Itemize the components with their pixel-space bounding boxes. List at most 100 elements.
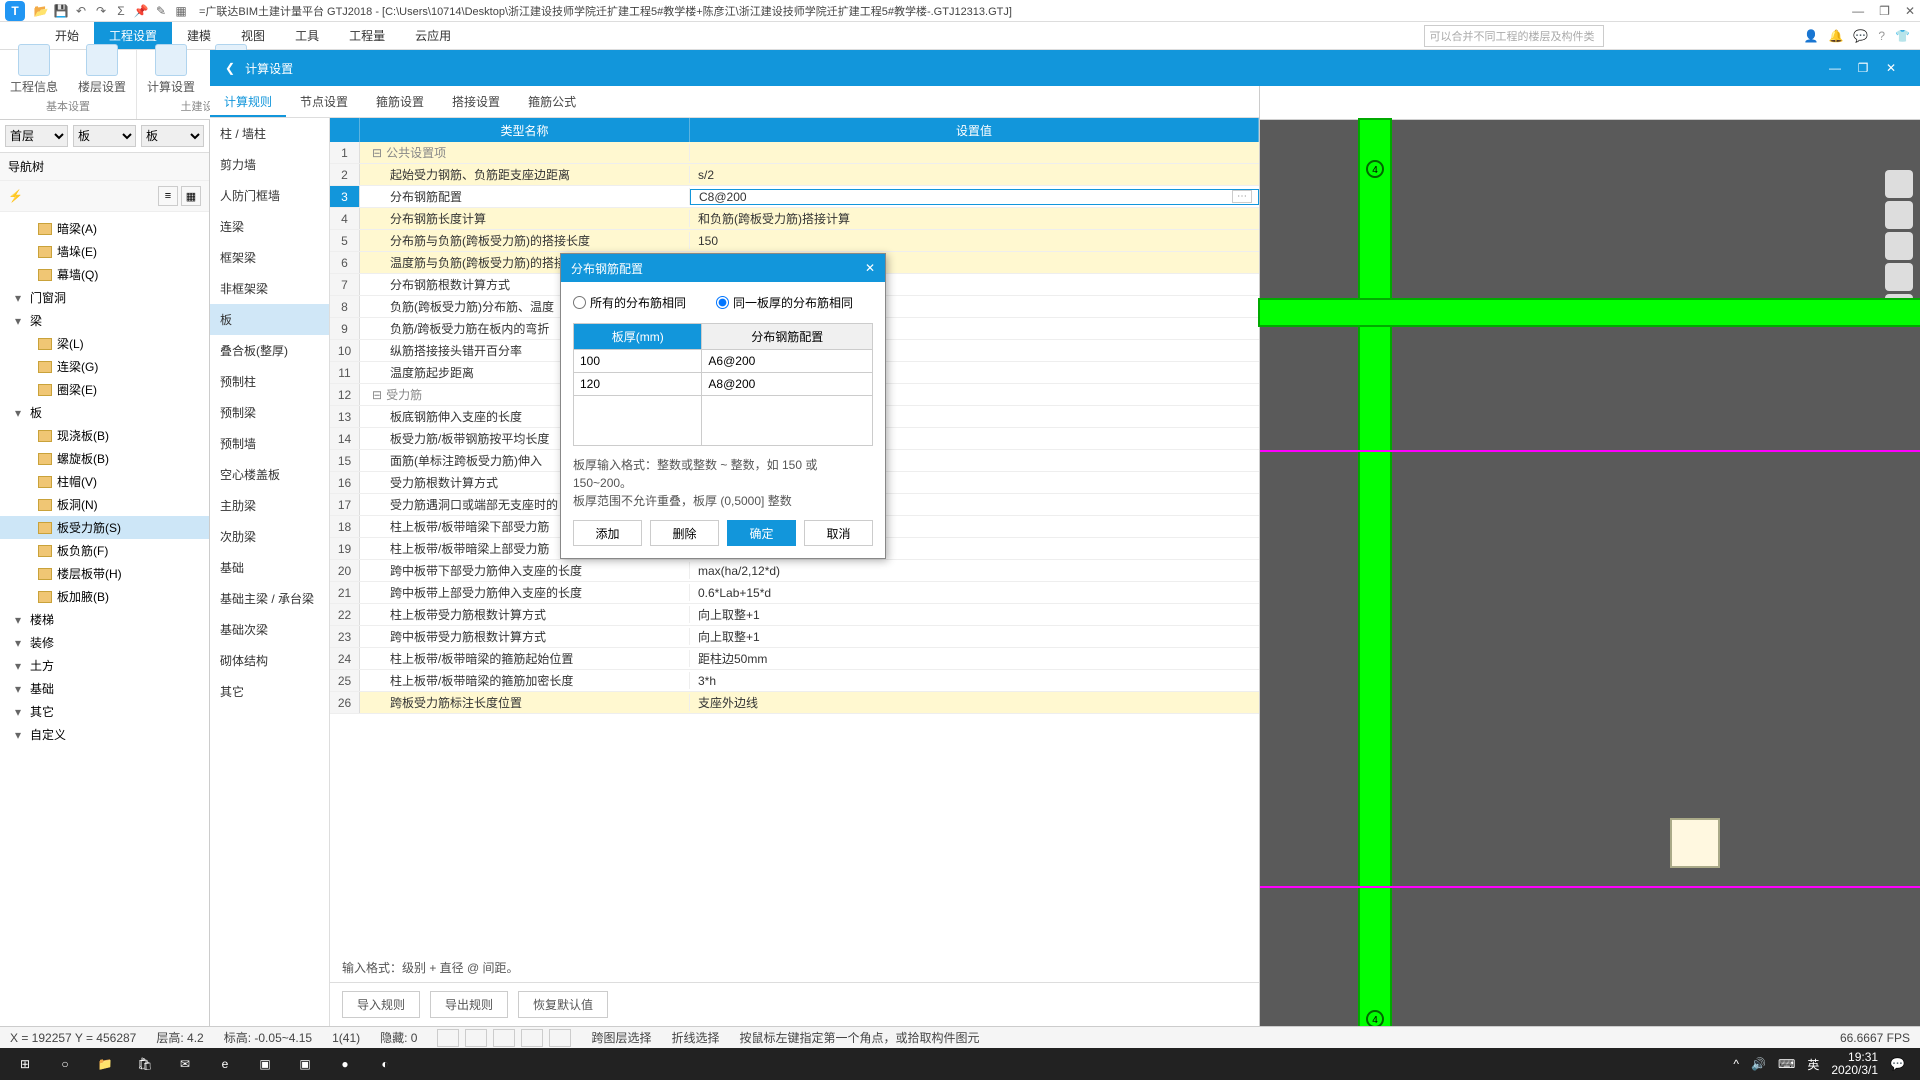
minimize-button[interactable]: — xyxy=(1852,4,1864,18)
category-item[interactable]: 人防门框墙 xyxy=(210,180,329,211)
bell-icon[interactable]: 🔔 xyxy=(1828,29,1843,43)
app-icon-2[interactable]: ▣ xyxy=(285,1048,325,1080)
delete-button[interactable]: 删除 xyxy=(650,520,719,546)
dialog-title-bar[interactable]: 分布钢筋配置 ✕ xyxy=(561,254,885,282)
tree-leaf[interactable]: 圈梁(E) xyxy=(0,378,209,401)
qat-sum-icon[interactable]: Σ xyxy=(113,3,129,19)
close-button[interactable]: ✕ xyxy=(1905,4,1915,18)
tree-leaf[interactable]: 板加腋(B) xyxy=(0,585,209,608)
tab-calc-rule[interactable]: 计算规则 xyxy=(210,86,286,117)
project-info-button[interactable]: 工程信息 xyxy=(10,44,58,95)
radio-per-thickness[interactable]: 同一板厚的分布筋相同 xyxy=(716,294,853,311)
restore-defaults-button[interactable]: 恢复默认值 xyxy=(518,991,608,1018)
app-icon-4[interactable]: ◐ xyxy=(365,1048,405,1080)
status-tool-1[interactable] xyxy=(437,1029,459,1047)
vp-tool-4[interactable] xyxy=(1885,263,1913,291)
category-item[interactable]: 叠合板(整厚) xyxy=(210,335,329,366)
tree-branch[interactable]: ▾基础 xyxy=(0,677,209,700)
tab-tools[interactable]: 工具 xyxy=(280,22,334,49)
view-grid-icon[interactable]: ▦ xyxy=(181,186,201,206)
tab-quantity[interactable]: 工程量 xyxy=(334,22,400,49)
tab-cloud[interactable]: 云应用 xyxy=(400,22,466,49)
tree-branch[interactable]: ▾装修 xyxy=(0,631,209,654)
grid-row[interactable]: 20跨中板带下部受力筋伸入支座的长度max(ha/2,12*d) xyxy=(330,560,1259,582)
mail-icon[interactable]: ✉ xyxy=(165,1048,205,1080)
tree-branch[interactable]: ▾楼梯 xyxy=(0,608,209,631)
category-item[interactable]: 空心楼盖板 xyxy=(210,459,329,490)
qat-edit-icon[interactable]: ✎ xyxy=(153,3,169,19)
chat-icon[interactable]: 💬 xyxy=(1853,29,1868,43)
category-item[interactable]: 板 xyxy=(210,304,329,335)
tree-leaf[interactable]: 螺旋板(B) xyxy=(0,447,209,470)
tray-up-icon[interactable]: ^ xyxy=(1733,1057,1739,1071)
taskbar-clock[interactable]: 19:312020/3/1 xyxy=(1831,1051,1878,1077)
category-item[interactable]: 预制墙 xyxy=(210,428,329,459)
category-item[interactable]: 次肋梁 xyxy=(210,521,329,552)
category-item[interactable]: 预制梁 xyxy=(210,397,329,428)
tree-leaf[interactable]: 连梁(G) xyxy=(0,355,209,378)
tree-leaf[interactable]: 板受力筋(S) xyxy=(0,516,209,539)
qat-grid-icon[interactable]: ▦ xyxy=(173,3,189,19)
tray-volume-icon[interactable]: 🔊 xyxy=(1751,1057,1766,1071)
th-config[interactable]: 分布钢筋配置 xyxy=(702,324,873,350)
back-arrow-icon[interactable]: ❮ xyxy=(225,61,235,75)
status-layer-select[interactable]: 跨图层选择 xyxy=(591,1029,651,1046)
dialog-close-icon[interactable]: ✕ xyxy=(865,261,875,275)
vp-tool-1[interactable] xyxy=(1885,170,1913,198)
category-item[interactable]: 基础次梁 xyxy=(210,614,329,645)
tree-leaf[interactable]: 墙垛(E) xyxy=(0,240,209,263)
table-row[interactable]: 120A8@200 xyxy=(574,373,873,396)
radio-all-same[interactable]: 所有的分布筋相同 xyxy=(573,294,686,311)
category-item[interactable]: 砌体结构 xyxy=(210,645,329,676)
user-icon[interactable]: 👤 xyxy=(1804,29,1819,43)
qat-pin-icon[interactable]: 📌 xyxy=(133,3,149,19)
tree-leaf[interactable]: 梁(L) xyxy=(0,332,209,355)
qat-save-icon[interactable]: 💾 xyxy=(53,3,69,19)
tree-leaf[interactable]: 暗梁(A) xyxy=(0,217,209,240)
tray-keyboard-icon[interactable]: ⌨ xyxy=(1778,1057,1795,1071)
add-button[interactable]: 添加 xyxy=(573,520,642,546)
edge-icon[interactable]: e xyxy=(205,1048,245,1080)
tree-branch[interactable]: ▾梁 xyxy=(0,309,209,332)
skin-icon[interactable]: 👕 xyxy=(1895,29,1910,43)
qat-undo-icon[interactable]: ↶ xyxy=(73,3,89,19)
category-select[interactable]: 板 xyxy=(73,125,136,147)
tree-leaf[interactable]: 板负筋(F) xyxy=(0,539,209,562)
explorer-icon[interactable]: 📁 xyxy=(85,1048,125,1080)
app-icon-1[interactable]: ▣ xyxy=(245,1048,285,1080)
tray-notifications-icon[interactable]: 💬 xyxy=(1890,1057,1905,1071)
floor-settings-button[interactable]: 楼层设置 xyxy=(78,44,126,95)
import-rules-button[interactable]: 导入规则 xyxy=(342,991,420,1018)
category-item[interactable]: 基础主梁 / 承台梁 xyxy=(210,583,329,614)
panel-restore-icon[interactable]: ❐ xyxy=(1849,61,1877,75)
subcategory-select[interactable]: 板 xyxy=(141,125,204,147)
floor-select[interactable]: 首层 xyxy=(5,125,68,147)
panel-close-icon[interactable]: ✕ xyxy=(1877,61,1905,75)
tab-node[interactable]: 节点设置 xyxy=(286,86,362,117)
restore-button[interactable]: ❐ xyxy=(1879,4,1890,18)
grid-row[interactable]: 3分布钢筋配置C8@200⋯ xyxy=(330,186,1259,208)
view-list-icon[interactable]: ≡ xyxy=(158,186,178,206)
status-snap[interactable]: 折线选择 xyxy=(671,1029,719,1046)
tree-leaf[interactable]: 现浇板(B) xyxy=(0,424,209,447)
vp-tool-2[interactable] xyxy=(1885,201,1913,229)
grid-row[interactable]: 4分布钢筋长度计算和负筋(跨板受力筋)搭接计算 xyxy=(330,208,1259,230)
grid-row[interactable]: 1⊟公共设置项 xyxy=(330,142,1259,164)
qat-redo-icon[interactable]: ↷ xyxy=(93,3,109,19)
vp-tool-5[interactable] xyxy=(1885,294,1913,322)
grid-row[interactable]: 26跨板受力筋标注长度位置支座外边线 xyxy=(330,692,1259,714)
category-item[interactable]: 主肋梁 xyxy=(210,490,329,521)
table-row[interactable]: 100A6@200 xyxy=(574,350,873,373)
th-thickness[interactable]: 板厚(mm) xyxy=(574,324,702,350)
tree-branch[interactable]: ▾土方 xyxy=(0,654,209,677)
cancel-button[interactable]: 取消 xyxy=(804,520,873,546)
grid-row[interactable]: 24柱上板带/板带暗梁的箍筋起始位置距柱边50mm xyxy=(330,648,1259,670)
nav-filter-icon[interactable]: ⚡ xyxy=(8,189,23,203)
category-item[interactable]: 连梁 xyxy=(210,211,329,242)
tree-leaf[interactable]: 板洞(N) xyxy=(0,493,209,516)
tree-leaf[interactable]: 柱帽(V) xyxy=(0,470,209,493)
category-item[interactable]: 框架梁 xyxy=(210,242,329,273)
category-item[interactable]: 剪力墙 xyxy=(210,149,329,180)
status-tool-5[interactable] xyxy=(549,1029,571,1047)
tree-branch[interactable]: ▾自定义 xyxy=(0,723,209,746)
